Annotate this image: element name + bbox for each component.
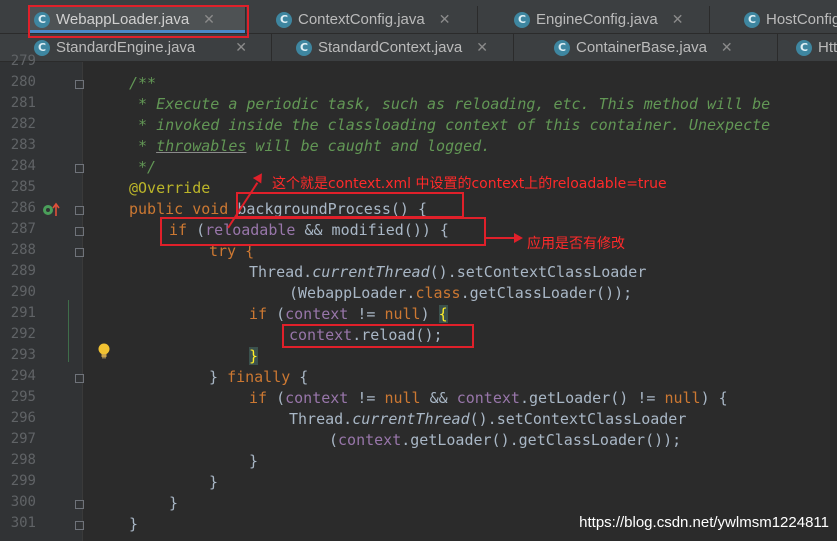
code-line-283: * throwables will be caught and logged. <box>129 137 491 155</box>
tab-label: EngineConfig.java <box>536 11 658 28</box>
class-icon: C <box>796 39 812 56</box>
highlight-box-condition <box>160 217 486 246</box>
code-line-284: */ <box>129 158 157 176</box>
line-number: 280 <box>10 74 36 90</box>
line-number: 279 <box>10 53 36 69</box>
code-editor[interactable]: /** * Execute a periodic task, such as r… <box>83 62 837 541</box>
line-number: 294 <box>10 368 36 384</box>
code-line-297: (context.getLoader().getClassLoader()); <box>329 431 682 449</box>
line-number: 292 <box>10 326 36 342</box>
line-number: 282 <box>10 116 36 132</box>
code-line-281: * Execute a periodic task, such as reloa… <box>129 95 771 113</box>
tab-contextconfig[interactable]: C ContextConfig.java ✕ <box>246 6 478 33</box>
code-line-296: Thread.currentThread().setContextClassLo… <box>289 410 687 428</box>
class-icon: C <box>514 11 530 28</box>
line-number: 283 <box>10 137 36 153</box>
tab-label: Htt <box>818 39 837 56</box>
class-icon: C <box>276 11 292 28</box>
line-number: 301 <box>10 515 36 531</box>
tab-containerbase[interactable]: C ContainerBase.java ✕ <box>514 34 778 61</box>
class-icon: C <box>296 39 312 56</box>
line-number: 284 <box>10 158 36 174</box>
editor-tab-row-2: C StandardEngine.java ✕ C StandardContex… <box>0 34 837 62</box>
tab-label: ContextConfig.java <box>298 11 425 28</box>
line-number: 300 <box>10 494 36 510</box>
tab-label: StandardEngine.java <box>56 39 196 56</box>
close-icon[interactable]: ✕ <box>721 40 733 56</box>
code-line-294: } finally { <box>209 368 309 386</box>
code-line-299: } <box>209 473 219 491</box>
tab-standardengine[interactable]: C StandardEngine.java ✕ <box>0 34 272 61</box>
editor-gutter: 279 280 281 282 283 284 285 286 287 288 … <box>0 53 84 541</box>
code-line-289: Thread.currentThread().setContextClassLo… <box>249 263 647 281</box>
code-line-295: if (context != null && context.getLoader… <box>249 389 728 407</box>
code-line-298: } <box>249 452 259 470</box>
code-line-291: if (context != null) { <box>249 305 448 323</box>
line-number: 299 <box>10 473 36 489</box>
tab-engineconfig[interactable]: C EngineConfig.java ✕ <box>478 6 710 33</box>
close-icon[interactable]: ✕ <box>439 12 451 28</box>
close-icon[interactable]: ✕ <box>476 40 488 56</box>
line-number: 288 <box>10 242 36 258</box>
code-line-285: @Override <box>129 179 211 197</box>
line-number: 286 <box>10 200 36 216</box>
tab-hostconfig[interactable]: C HostConfig <box>710 6 837 33</box>
line-number: 285 <box>10 179 36 195</box>
line-number: 296 <box>10 410 36 426</box>
code-line-301: } <box>129 515 139 533</box>
class-icon: C <box>34 39 50 56</box>
tab-label: HostConfig <box>766 11 837 28</box>
line-number: 290 <box>10 284 36 300</box>
highlight-box-method <box>236 192 464 218</box>
tab-label: StandardContext.java <box>318 39 463 56</box>
close-icon[interactable]: ✕ <box>235 40 247 56</box>
line-number: 281 <box>10 95 36 111</box>
tab-http[interactable]: C Htt <box>778 34 837 61</box>
annotation-arrow-2 <box>486 237 516 239</box>
line-number: 293 <box>10 347 36 363</box>
override-method-icon[interactable] <box>42 202 62 218</box>
tab-standardcontext[interactable]: C StandardContext.java ✕ <box>272 34 514 61</box>
annotation-note-reloadable: 这个就是context.xml 中设置的context上的reloadable=… <box>272 176 667 192</box>
annotation-arrowhead-2 <box>514 233 523 243</box>
class-icon: C <box>554 39 570 56</box>
code-line-282: * invoked inside the classloading contex… <box>129 116 771 134</box>
watermark: https://blog.csdn.net/ywlmsm1224811 <box>579 514 829 531</box>
close-icon[interactable]: ✕ <box>672 12 684 28</box>
line-number: 297 <box>10 431 36 447</box>
line-number: 289 <box>10 263 36 279</box>
class-icon: C <box>744 11 760 28</box>
tab-label: ContainerBase.java <box>576 39 707 56</box>
code-line-293: } <box>249 347 259 365</box>
change-marker <box>68 300 69 362</box>
code-line-280: /** <box>129 74 157 92</box>
highlight-box-reload <box>282 324 474 348</box>
highlight-box-active-tab <box>28 5 249 38</box>
line-number: 298 <box>10 452 36 468</box>
annotation-note-modified: 应用是否有修改 <box>527 236 625 252</box>
line-number: 287 <box>10 221 36 237</box>
line-number: 295 <box>10 389 36 405</box>
code-line-290: (WebappLoader.class.getClassLoader()); <box>289 284 633 302</box>
code-line-300: } <box>169 494 179 512</box>
line-number: 291 <box>10 305 36 321</box>
